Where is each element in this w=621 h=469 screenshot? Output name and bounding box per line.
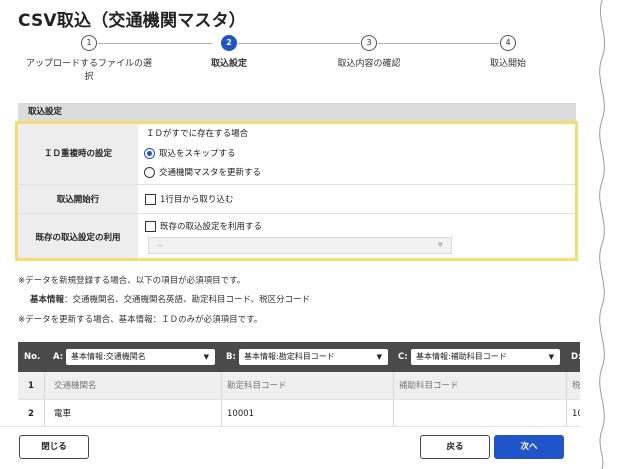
required-note-fields: 基本情報：交通機関名、交通機関名英語、勘定科目コード、税区分コード [30,293,310,305]
step-2-indicator: 2 [221,35,237,51]
column-divider [44,372,45,399]
column-divider [393,400,394,427]
required-note-update: ※データを更新する場合、基本情報：ＩＤのみが必須項目です。 [18,315,263,325]
step-3-indicator: 3 [361,35,377,51]
table-row: 2 電車 10001 100 [18,400,584,428]
column-b-mapping-select[interactable]: 基本情報:勘定科目コード ▼ [239,349,388,365]
row-number: 1 [28,381,34,391]
required-note-new: ※データを新規登録する場合、以下の項目が必須項目です。 [18,276,246,286]
required-note-fields-label: 基本情報 [30,295,65,305]
step-1-label: アップロードするファイルの選 択 [14,58,164,84]
column-c-mapping-select[interactable]: 基本情報:補助科目コード ▼ [411,349,560,365]
mapping-table-header: No. A: 基本情報:交通機関名 ▼ B: 基本情報:勘定科目コード ▼ C:… [18,342,584,372]
back-button[interactable]: 戻る [420,435,490,459]
column-c-letter: C: [398,352,408,362]
next-button[interactable]: 次へ [494,435,564,459]
column-divider [566,372,567,399]
column-divider [393,372,394,399]
settings-section-header: 取込設定 [18,103,576,122]
close-button[interactable]: 閉じる [19,435,89,459]
table-cell: 交通機関名 [54,381,97,391]
dialog-title: CSV取込（交通機関マスタ） [18,11,246,31]
chevron-down-icon: ▼ [548,353,554,361]
column-a-mapping-select[interactable]: 基本情報:交通機関名 ▼ [66,349,215,365]
table-cell: 10001 [227,409,255,419]
step-1-indicator: 1 [81,35,97,51]
csv-import-dialog: CSV取込（交通機関マスタ） 1 2 3 4 アップロードするファイルの選 択 … [0,0,594,469]
table-cell: 勘定科目コード [227,381,287,391]
column-divider [566,400,567,427]
settings-highlight-frame [15,121,578,261]
chevron-down-icon: ▼ [203,353,209,361]
stepper-connector [378,43,499,44]
torn-edge-decoration [580,0,606,469]
column-c-mapping-value: 基本情報:補助科目コード [416,352,507,361]
table-row: 1 交通機関名 勘定科目コード 補助科目コード 税区 [18,372,584,400]
stepper-connector [98,43,212,44]
step-2-label: 取込設定 [210,59,247,69]
step-4-label: 取込開始 [489,59,526,69]
table-cell: 補助科目コード [399,381,459,391]
dialog-footer: 閉じる 戻る 次へ [0,426,594,469]
chevron-down-icon: ▼ [376,353,382,361]
column-a-mapping-value: 基本情報:交通機関名 [71,352,146,361]
column-divider [221,372,222,399]
import-stepper: 1 2 3 4 アップロードするファイルの選 択 取込設定 取込内容の確認 取込… [0,34,580,84]
step-3-label: 取込内容の確認 [337,59,401,69]
column-b-letter: B: [226,352,236,362]
column-divider [44,400,45,427]
step-1-label-line2: 択 [84,72,94,82]
column-no-header: No. [24,352,41,362]
step-1-label-line1: アップロードするファイルの選 [25,59,152,69]
column-b-mapping-value: 基本情報:勘定科目コード [244,352,335,361]
stepper-connector [238,43,360,44]
step-4-indicator: 4 [500,35,516,51]
required-note-fields-text: ：交通機関名、交通機関名英語、勘定科目コード、税区分コード [64,295,311,305]
row-number: 2 [28,409,34,419]
table-cell: 電車 [54,409,72,419]
column-a-letter: A: [53,352,64,362]
column-divider [221,400,222,427]
